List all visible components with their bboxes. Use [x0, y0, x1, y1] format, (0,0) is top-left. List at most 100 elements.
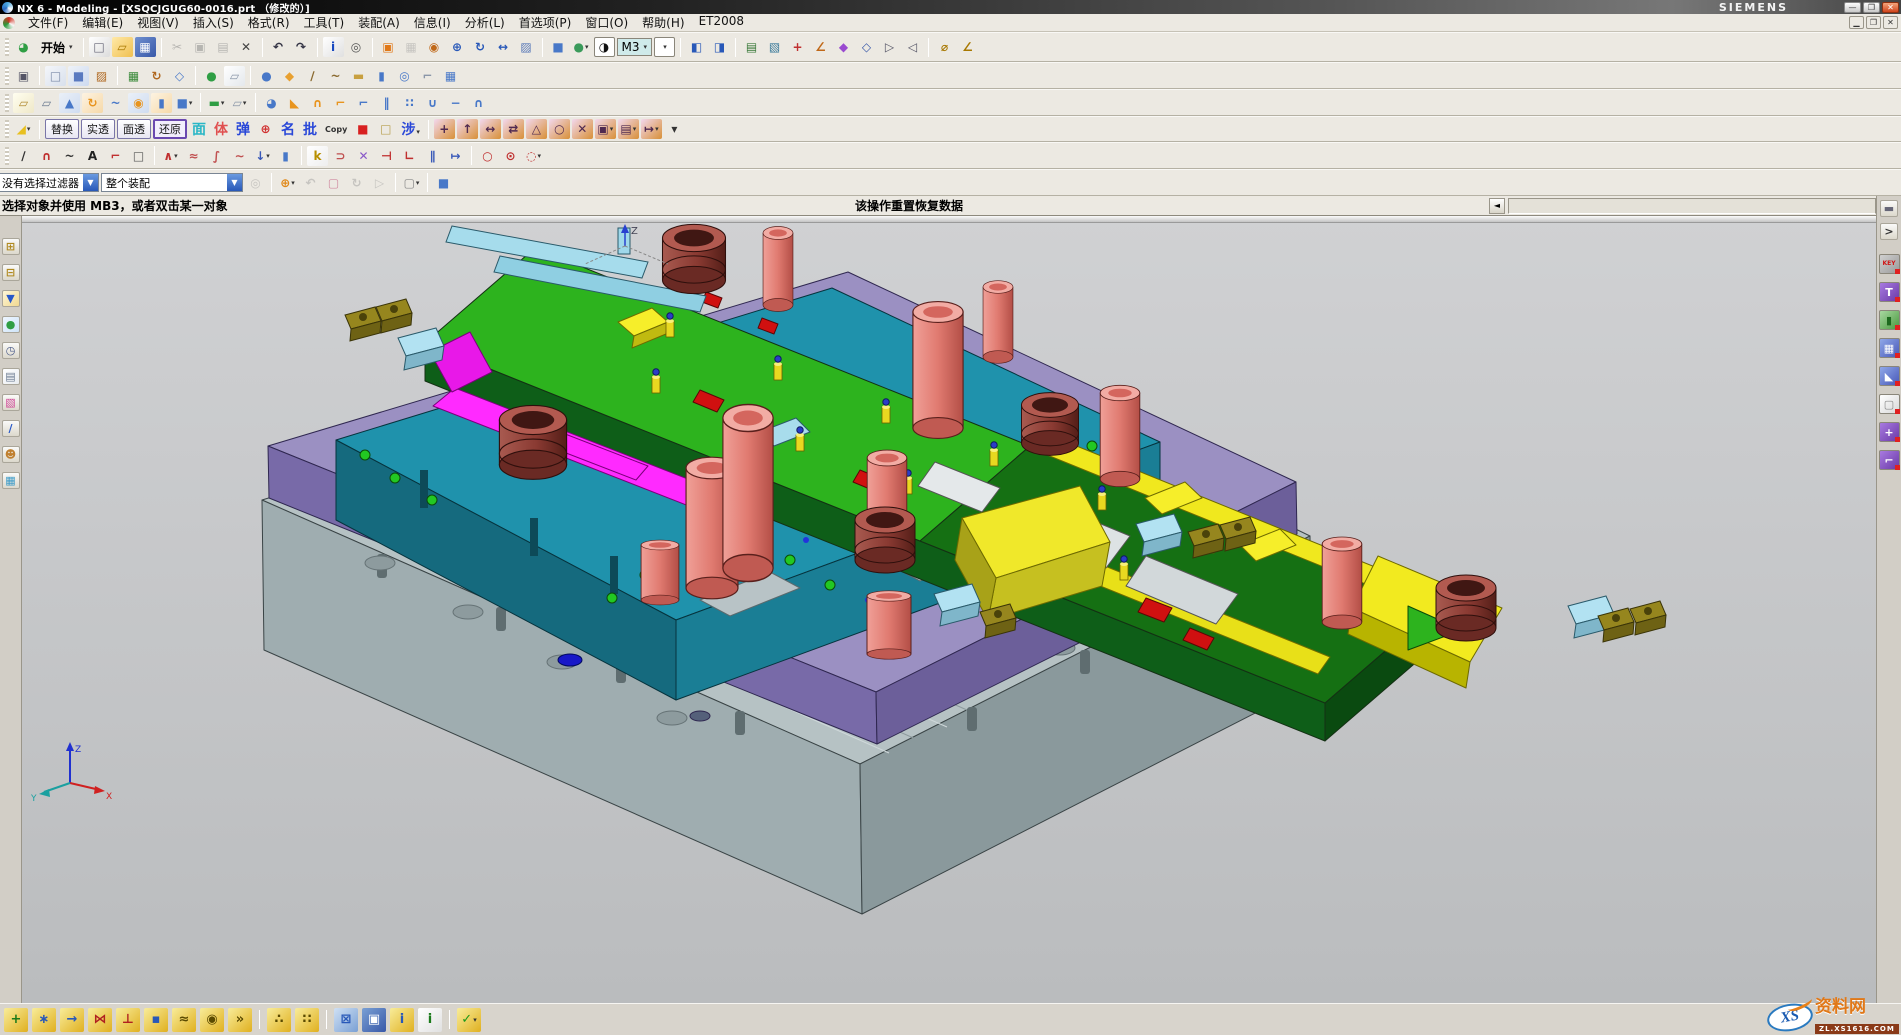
dropdown-caret[interactable]: ▾	[291, 179, 295, 187]
rectangle-icon[interactable]: □	[128, 146, 149, 166]
hand-select-icon[interactable]: ▷	[369, 173, 390, 193]
search-face-icon[interactable]: ◎	[394, 66, 415, 86]
extrude-icon[interactable]: ▲	[59, 93, 80, 113]
work-layer-combo[interactable]: M3▾	[617, 38, 653, 56]
sequence-icon[interactable]: »	[228, 1008, 252, 1032]
join-curve-icon[interactable]: ⊃	[330, 146, 351, 166]
dropdown-caret[interactable]: ▾	[416, 128, 420, 136]
scope-combo[interactable]: 整个装配 ▼	[101, 173, 243, 192]
wcs-orient-icon[interactable]: ∠	[810, 37, 831, 57]
key-note-icon[interactable]: k	[307, 146, 328, 166]
prompt-back-button[interactable]: ◄	[1489, 198, 1505, 214]
dropdown-caret[interactable]: ▾	[69, 43, 73, 51]
edge-blend-icon[interactable]: ◕	[261, 93, 282, 113]
menu-item-11[interactable]: 帮助(H)	[635, 13, 691, 32]
visualization-icon[interactable]: ∕	[2, 420, 20, 437]
save-icon[interactable]: ▦	[135, 37, 156, 57]
render-style-icon[interactable]: ●▾	[571, 37, 592, 57]
toolbar-grip[interactable]	[5, 120, 9, 138]
measure-distance-icon[interactable]: ⌀	[934, 37, 955, 57]
solid-transparent-button[interactable]: 实透	[81, 119, 115, 139]
menu-item-0[interactable]: 文件(F)	[21, 13, 75, 32]
customize-display-icon[interactable]: ▣	[13, 66, 34, 86]
curve-length-icon[interactable]: ↦	[445, 146, 466, 166]
menu-item-10[interactable]: 窗口(O)	[578, 13, 635, 32]
mdi-minimize-button[interactable]: ▁	[1849, 16, 1864, 29]
die-assembly-3d-model[interactable]: Z Z X Y	[22, 216, 1876, 1003]
shaded-model-icon[interactable]: ■	[433, 173, 454, 193]
edit-in-place-icon[interactable]: ◉	[200, 1008, 224, 1032]
new-component-icon[interactable]: ∗	[32, 1008, 56, 1032]
dropdown-caret[interactable]: ▾	[266, 152, 270, 160]
undo-icon[interactable]: ↶	[268, 37, 289, 57]
layer-visible-icon[interactable]: ▧	[764, 37, 785, 57]
dropdown-caret[interactable]: ▾	[610, 125, 614, 133]
menu-item-2[interactable]: 视图(V)	[130, 13, 186, 32]
face-select-icon[interactable]: 面	[189, 119, 209, 139]
datum-plane-icon[interactable]: ▱	[36, 93, 57, 113]
part-navigator-icon[interactable]: ▼	[2, 290, 20, 307]
menu-item-7[interactable]: 信息(I)	[407, 13, 458, 32]
restore-display-button[interactable]: 还原	[153, 119, 187, 139]
assembly-navigator-icon[interactable]: ⊞	[2, 238, 20, 255]
key-part-item[interactable]: KEY	[1879, 254, 1900, 274]
minimize-button[interactable]: —	[1844, 2, 1861, 13]
open-icon[interactable]: ▱	[112, 37, 133, 57]
simplify-curve-icon[interactable]: ∼	[229, 146, 250, 166]
contour-flange-icon[interactable]: ⌐	[330, 93, 351, 113]
sketch-icon[interactable]: ▱	[13, 93, 34, 113]
swap-component-icon[interactable]: ⇄	[503, 119, 524, 139]
dropdown-caret[interactable]: ▾	[27, 125, 31, 133]
trim-curve-icon[interactable]: ⊣	[376, 146, 397, 166]
bounded-plane-icon[interactable]: ▬▾	[206, 93, 227, 113]
shaded-view-icon[interactable]: ■	[548, 37, 569, 57]
web-browser-icon[interactable]: ●	[2, 316, 20, 333]
lift-component-icon[interactable]: ↑	[457, 119, 478, 139]
combo-arrow-icon[interactable]: ▼	[83, 174, 98, 191]
pan-view-icon[interactable]: ↔	[493, 37, 514, 57]
paste-icon[interactable]: ▤	[213, 37, 234, 57]
new-file-icon[interactable]: □	[89, 37, 110, 57]
tnut-part-item[interactable]: T	[1879, 282, 1900, 302]
text-icon[interactable]: A	[82, 146, 103, 166]
iso-view-icon[interactable]: ◇	[169, 66, 190, 86]
rotate-view-icon[interactable]: ↻	[470, 37, 491, 57]
zoom-in-out-icon[interactable]: ⊕	[447, 37, 468, 57]
graphics-window[interactable]: Z Z X Y	[22, 216, 1876, 1003]
hole-icon[interactable]: ◉	[128, 93, 149, 113]
boss-icon[interactable]: ▮	[151, 93, 172, 113]
dropdown-caret[interactable]: ▾	[473, 1016, 477, 1024]
swept-icon[interactable]: ~	[105, 93, 126, 113]
clearance-info-icon[interactable]: i	[390, 1008, 414, 1032]
redo-icon[interactable]: ↷	[291, 37, 312, 57]
circle-center-icon[interactable]: ⊙	[500, 146, 521, 166]
wave-link-icon[interactable]: ≈	[172, 1008, 196, 1032]
name-tool-icon[interactable]: 名	[278, 119, 298, 139]
face-rule-icon[interactable]: ▬	[348, 66, 369, 86]
arc-icon[interactable]: ∩	[36, 146, 57, 166]
marquee-select-icon[interactable]: ▢▾	[401, 173, 422, 193]
collapse-rail-icon[interactable]: >	[1880, 223, 1898, 240]
restore-button[interactable]: ❐	[1863, 2, 1880, 13]
selection-filter-combo[interactable]: 没有选择过滤器 ▼	[0, 173, 99, 192]
explode-assembly-icon[interactable]: ∴	[267, 1008, 291, 1032]
duplicate-component-icon[interactable]: ▣▾	[595, 119, 616, 139]
polygon-icon[interactable]: ∧▾	[160, 146, 181, 166]
intersect-icon[interactable]: ∩	[468, 93, 489, 113]
dropdown-caret[interactable]: ▾	[644, 43, 648, 51]
pattern-feature-icon[interactable]: ∷	[399, 93, 420, 113]
dropdown-caret[interactable]: ▾	[243, 99, 247, 107]
object-display-icon[interactable]: ◆	[833, 37, 854, 57]
fit-view-icon[interactable]: ▨	[516, 37, 537, 57]
corner-icon[interactable]: ∟	[399, 146, 420, 166]
elbow-part-item[interactable]: ⌐	[1879, 450, 1900, 470]
dropdown-caret[interactable]: ▾	[633, 125, 637, 133]
tube-icon[interactable]: ▮	[275, 146, 296, 166]
undo-selection-icon[interactable]: ↶	[300, 173, 321, 193]
offset-curve-icon[interactable]: ≈	[183, 146, 204, 166]
triangle-plate-part-item[interactable]: ◣	[1879, 366, 1900, 386]
face-analysis-icon[interactable]: ◑	[594, 37, 615, 57]
axis-align-icon[interactable]: ○	[549, 119, 570, 139]
profile-icon[interactable]: ⌐	[105, 146, 126, 166]
zoom-box-icon[interactable]: ▣	[378, 37, 399, 57]
